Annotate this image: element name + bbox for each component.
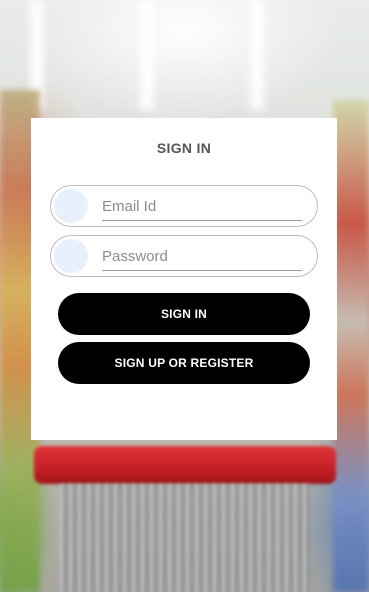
ceiling-light — [140, 0, 154, 110]
page-title: SIGN IN — [156, 140, 212, 156]
ceiling-light — [250, 0, 264, 110]
sign-in-card: SIGN IN SIGN IN SIGN UP OR REGISTER — [31, 118, 337, 440]
right-shelf — [333, 100, 369, 592]
shopping-cart-handle — [34, 446, 336, 484]
email-field-container — [50, 185, 318, 227]
email-field[interactable] — [102, 192, 302, 221]
lock-avatar-icon — [54, 239, 88, 273]
sign-up-button[interactable]: SIGN UP OR REGISTER — [58, 342, 310, 384]
password-field[interactable] — [102, 242, 302, 271]
shopping-cart-basket — [60, 484, 310, 592]
password-field-container — [50, 235, 318, 277]
user-avatar-icon — [54, 189, 88, 223]
sign-in-button[interactable]: SIGN IN — [58, 293, 310, 335]
